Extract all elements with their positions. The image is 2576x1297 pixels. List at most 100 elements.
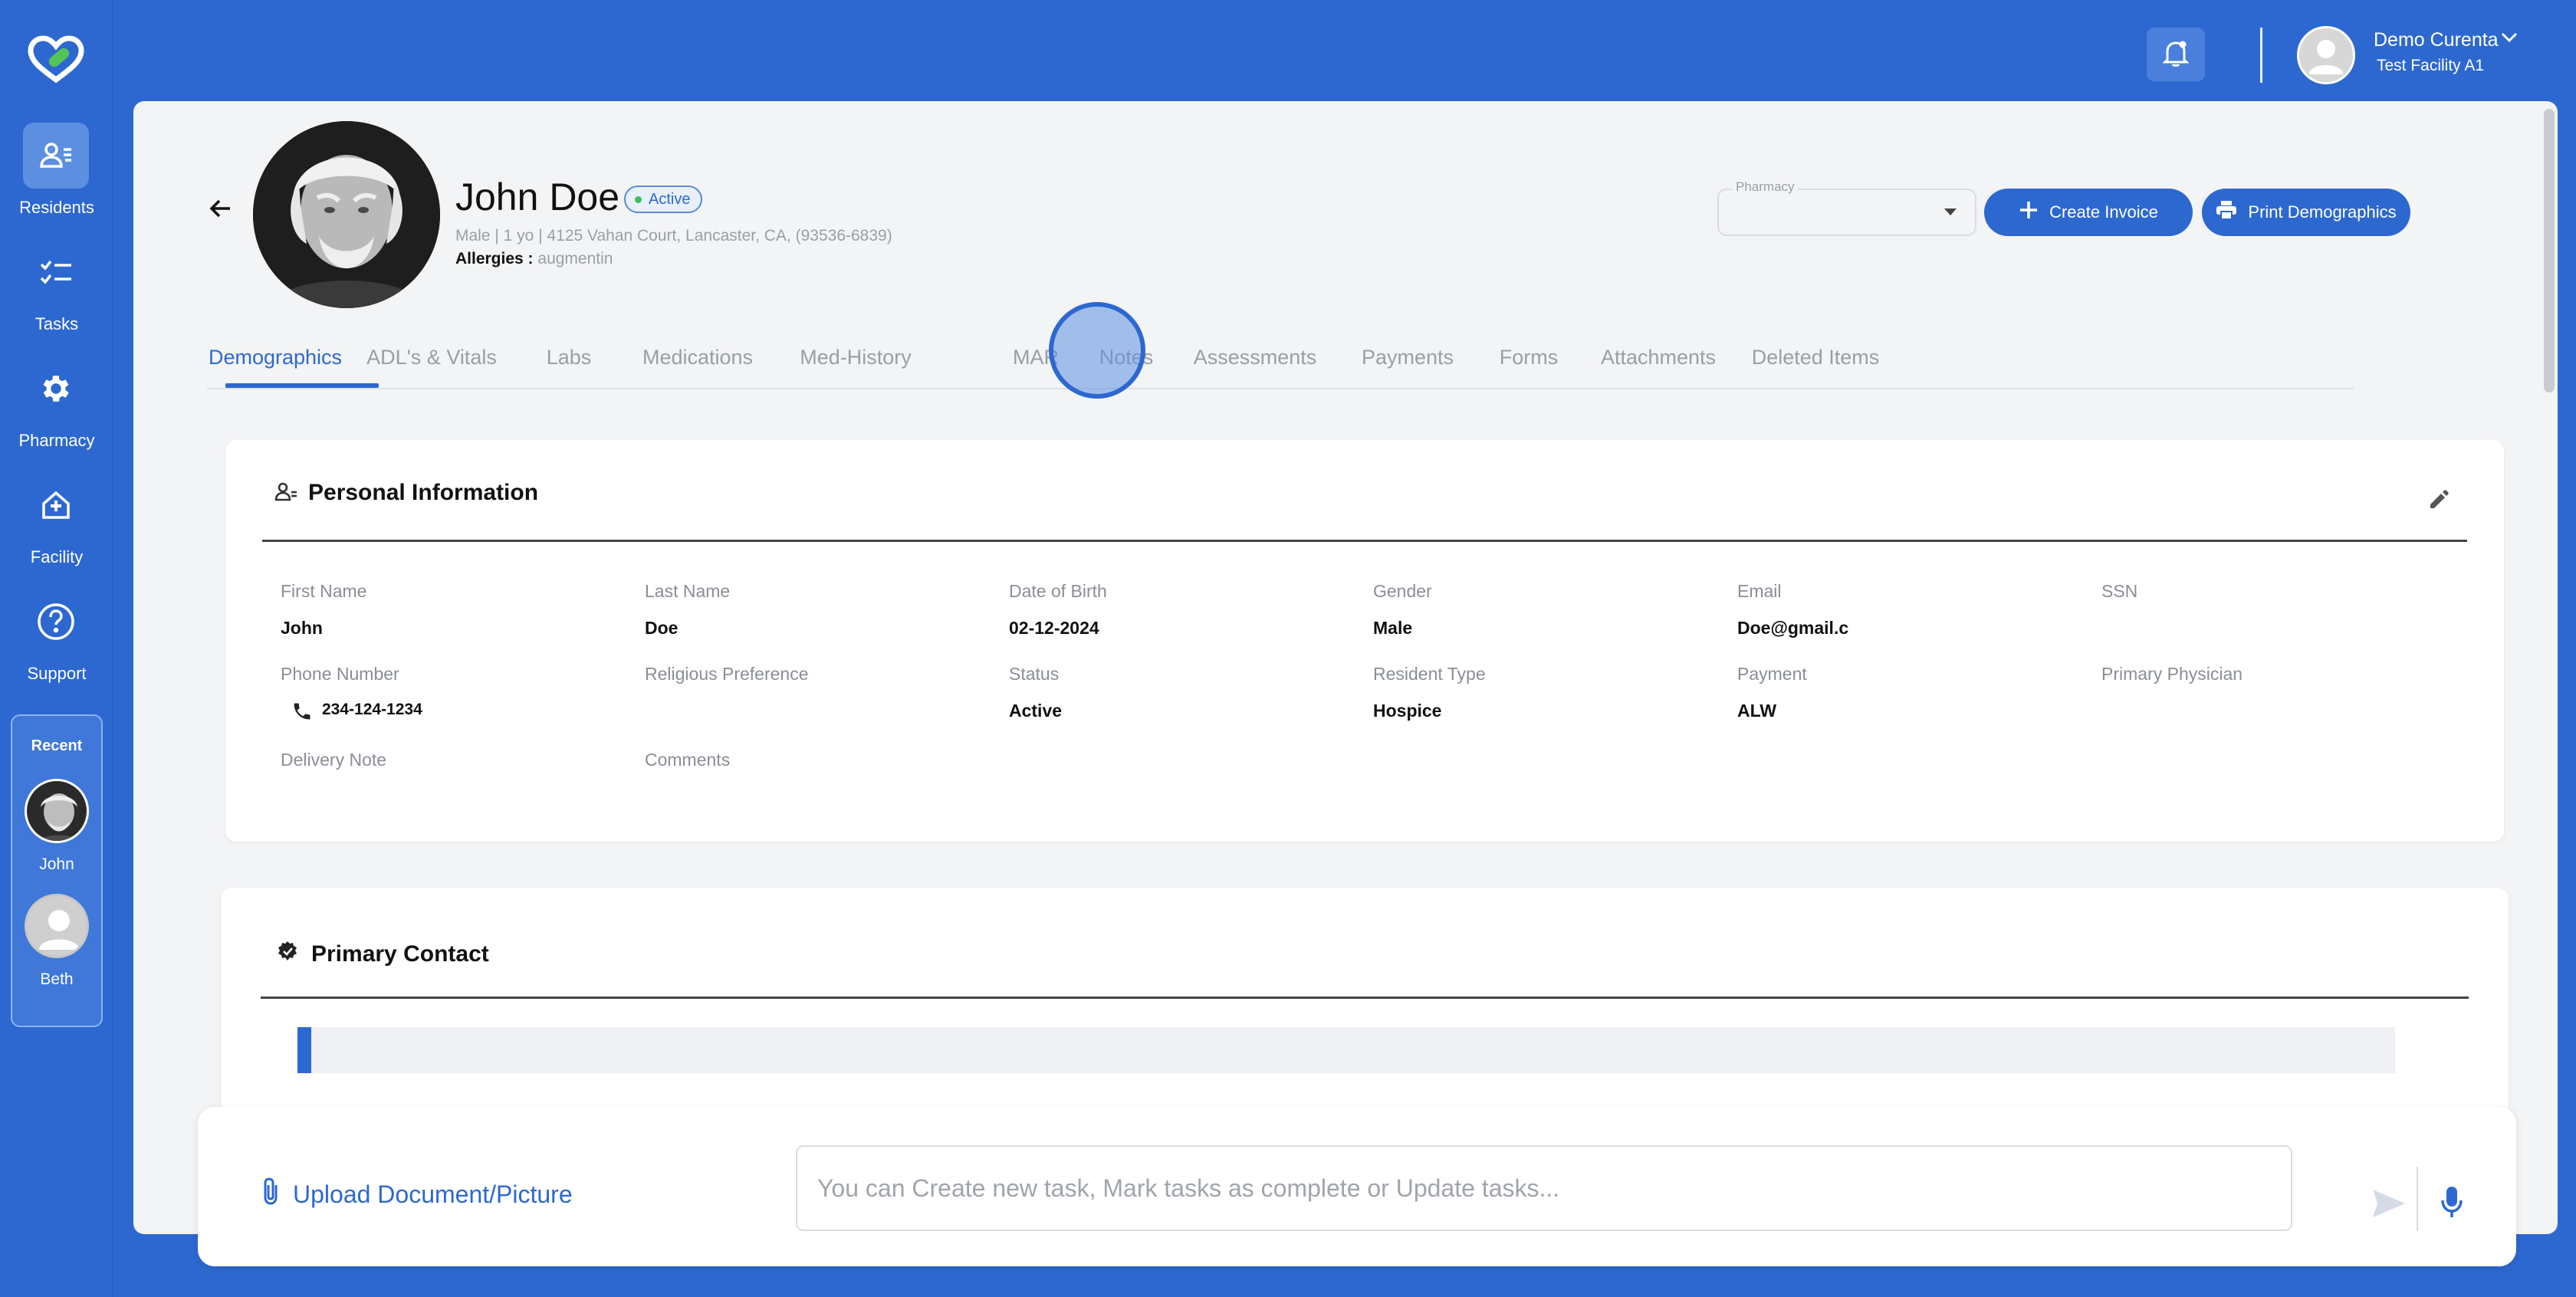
- field-label-payment: Payment: [1737, 664, 1807, 684]
- tab-deleted-items[interactable]: Deleted Items: [1743, 328, 1888, 389]
- allergies-label: Allergies :: [455, 250, 534, 268]
- field-label-dob: Date of Birth: [1009, 581, 1107, 601]
- chevron-down-icon[interactable]: [2501, 32, 2518, 47]
- print-demographics-button[interactable]: Print Demographics: [2202, 189, 2410, 236]
- scrollbar[interactable]: [2544, 109, 2555, 392]
- nav-pharmacy-label: Pharmacy: [18, 431, 95, 450]
- recent-name-john: John: [39, 855, 74, 873]
- field-label-gender: Gender: [1373, 581, 1432, 601]
- avatar: [25, 894, 89, 958]
- printer-icon: [2216, 200, 2237, 225]
- nav-support[interactable]: Support: [0, 589, 113, 688]
- user-name[interactable]: Demo Curenta: [2374, 29, 2499, 51]
- primary-contact-title: Primary Contact: [311, 941, 489, 967]
- allergies-value: augmentin: [537, 250, 613, 268]
- primary-contact-row[interactable]: [297, 1027, 2395, 1073]
- nav-pharmacy[interactable]: Pharmacy: [0, 356, 113, 455]
- field-value-resident-type: Hospice: [1373, 701, 1442, 721]
- upload-document-link[interactable]: Upload Document/Picture: [261, 1176, 573, 1213]
- field-label-phone: Phone Number: [281, 664, 399, 684]
- facility-icon: [23, 472, 89, 538]
- nav-residents[interactable]: Residents: [0, 123, 113, 222]
- pharmacy-select-label: Pharmacy: [1733, 179, 1798, 195]
- edit-pencil-icon[interactable]: [2427, 488, 2450, 514]
- nav-tasks[interactable]: Tasks: [0, 239, 113, 339]
- tab-payments[interactable]: Payments: [1346, 328, 1469, 389]
- nav-facility[interactable]: Facility: [0, 472, 113, 572]
- send-icon: [2371, 1188, 2407, 1223]
- upload-document-label: Upload Document/Picture: [293, 1180, 573, 1208]
- status-badge: Active: [624, 186, 703, 213]
- resident-photo[interactable]: [253, 121, 440, 308]
- recent-item-beth[interactable]: Beth: [12, 894, 101, 993]
- tab-attachments[interactable]: Attachments: [1593, 328, 1723, 389]
- resident-meta: Male | 1 yo | 4125 Vahan Court, Lancaste…: [455, 227, 892, 245]
- recent-panel: Recent John Beth: [11, 714, 103, 1027]
- personal-information-card: Personal Information First Name John Las…: [225, 440, 2504, 842]
- nav-residents-label: Residents: [19, 198, 94, 217]
- nav-facility-label: Facility: [30, 547, 84, 566]
- create-invoice-button[interactable]: Create Invoice: [1984, 189, 2193, 236]
- microphone-icon: [2440, 1185, 2463, 1223]
- field-label-last-name: Last Name: [645, 581, 731, 601]
- avatar: [25, 779, 89, 843]
- create-invoice-label: Create Invoice: [2049, 202, 2158, 222]
- active-tab-indicator: [225, 383, 379, 388]
- field-label-delivery-note: Delivery Note: [281, 750, 387, 770]
- recent-title: Recent: [31, 737, 83, 754]
- microphone-button[interactable]: [2429, 1179, 2475, 1228]
- personal-information-title: Personal Information: [308, 480, 539, 505]
- tab-mar[interactable]: MAR: [1004, 328, 1067, 389]
- pharmacy-select[interactable]: [1717, 189, 1976, 236]
- field-value-last-name: Doe: [645, 618, 678, 638]
- field-value-status: Active: [1009, 701, 1063, 721]
- send-button[interactable]: [2367, 1184, 2410, 1226]
- print-demographics-label: Print Demographics: [2248, 202, 2397, 222]
- tab-notes[interactable]: Notes: [1086, 328, 1167, 389]
- tab-adls-vitals[interactable]: ADL's & Vitals: [353, 328, 511, 389]
- main-content: John Doe Active Male | 1 yo | 4125 Vahan…: [133, 101, 2558, 1234]
- field-label-email: Email: [1737, 581, 1782, 601]
- tab-labs[interactable]: Labs: [532, 328, 606, 389]
- gear-icon: [23, 356, 89, 422]
- field-label-religion: Religious Preference: [645, 664, 809, 684]
- user-avatar[interactable]: [2297, 26, 2355, 84]
- tab-med-history[interactable]: Med-History: [787, 328, 925, 389]
- sidebar: Residents Tasks Pharmacy Facility Suppor…: [0, 0, 113, 1297]
- tab-medications[interactable]: Medications: [630, 328, 765, 389]
- help-icon: [23, 589, 89, 655]
- field-label-comments: Comments: [645, 750, 731, 770]
- notifications-button[interactable]: [2147, 28, 2205, 81]
- app-logo[interactable]: [26, 35, 86, 84]
- field-label-first-name: First Name: [281, 581, 367, 601]
- nav-support-label: Support: [27, 664, 87, 683]
- field-label-status: Status: [1009, 664, 1060, 684]
- residents-icon: [23, 123, 89, 189]
- person-icon: [274, 481, 297, 507]
- recent-item-john[interactable]: John: [12, 779, 101, 878]
- user-facility: Test Facility A1: [2377, 57, 2485, 74]
- back-arrow-icon[interactable]: [207, 195, 235, 222]
- contact-row-accent: [297, 1027, 311, 1073]
- section-divider: [262, 540, 2467, 542]
- command-bar: Upload Document/Picture: [198, 1107, 2516, 1266]
- tab-forms[interactable]: Forms: [1489, 328, 1569, 389]
- tab-assessments[interactable]: Assessments: [1184, 328, 1326, 389]
- paperclip-icon: [261, 1176, 281, 1213]
- chat-divider: [2417, 1167, 2418, 1231]
- task-command-input[interactable]: [796, 1145, 2292, 1231]
- section-divider: [261, 997, 2469, 999]
- caret-down-icon[interactable]: [1944, 209, 1957, 215]
- tab-demographics[interactable]: Demographics: [207, 328, 343, 389]
- plus-icon: [2019, 200, 2039, 225]
- nav-tasks-label: Tasks: [34, 314, 79, 333]
- bell-icon: [2162, 38, 2190, 71]
- field-label-ssn: SSN: [2101, 581, 2138, 601]
- field-value-gender: Male: [1373, 618, 1413, 638]
- field-value-phone[interactable]: 234-124-1234: [322, 701, 422, 719]
- resident-name: John Doe: [455, 176, 620, 218]
- topbar-divider: [2260, 28, 2262, 83]
- phone-icon: [291, 701, 313, 726]
- tasks-icon: [23, 239, 89, 305]
- recent-name-beth: Beth: [40, 970, 74, 988]
